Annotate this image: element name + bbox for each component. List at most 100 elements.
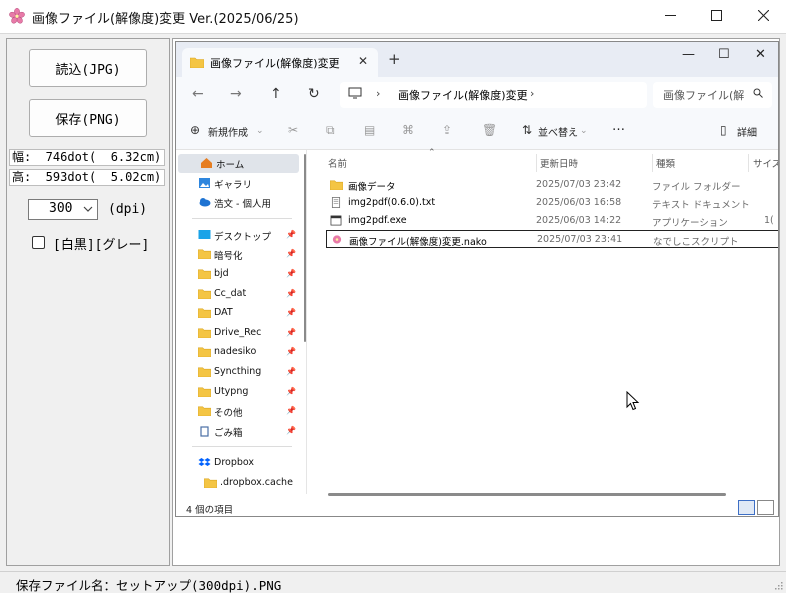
monitor-icon	[348, 87, 362, 99]
up-arrow-icon: ↑	[270, 86, 282, 102]
grayscale-checkbox[interactable]	[32, 236, 45, 249]
desktop-icon	[198, 229, 211, 241]
sidebar-item-label: bjd	[214, 268, 229, 279]
grayscale-label[interactable]: [白黒][グレー]	[53, 234, 149, 253]
sidebar-item-label: Cc_dat	[214, 287, 247, 299]
details-pane-icon: ▯	[720, 123, 727, 137]
file-name: 画像データ	[348, 182, 396, 193]
close-icon: ✕	[358, 54, 369, 68]
column-date: 更新日時	[540, 159, 579, 170]
load-jpg-button[interactable]: 読込(JPG)	[29, 49, 147, 87]
folder-icon	[329, 179, 344, 191]
sidebar-item-label: ギャラリ	[214, 179, 253, 191]
resize-grip-icon[interactable]	[773, 580, 783, 590]
sidebar-item-label: デスクトップ	[214, 231, 272, 243]
pin-icon: 📌	[286, 425, 296, 435]
width-readout: 幅: 746dot( 6.32cm)	[9, 149, 165, 166]
back-arrow-icon: ←	[192, 86, 204, 102]
sort-command: 並べ替え	[538, 128, 578, 139]
dpi-select[interactable]: 300	[28, 199, 98, 220]
pin-icon: 📌	[286, 229, 296, 239]
horizontal-scrollbar	[328, 493, 726, 496]
explorer-nav-bar: ← → ↑ ↻ › 画像ファイル(解像度)変更 › 画像ファイル(解	[176, 77, 778, 113]
file-size: 1(	[764, 215, 774, 226]
file-name: 画像ファイル(解像度)変更.nako	[349, 237, 487, 248]
new-command: 新規作成	[208, 128, 248, 139]
sidebar-item: Cc_dat 📌	[176, 285, 301, 304]
column-divider	[748, 154, 749, 172]
close-button[interactable]	[740, 0, 786, 31]
minimize-icon	[664, 15, 676, 16]
sidebar-divider	[192, 446, 292, 448]
maximize-button[interactable]	[693, 0, 739, 31]
chevron-right-icon: ›	[376, 87, 381, 100]
sidebar-item-label: 浩文 - 個人用	[214, 199, 271, 211]
rename-icon: ⌘	[402, 123, 414, 137]
column-divider	[652, 154, 653, 172]
minimize-icon: —	[682, 47, 695, 62]
pin-icon: 📌	[286, 406, 296, 416]
sidebar-divider	[192, 217, 292, 219]
control-panel: 読込(JPG) 保存(PNG) 幅: 746dot( 6.32cm) 高: 59…	[6, 38, 170, 566]
explorer-sidebar: ホーム ギャラリ 浩文 - 個人用 デスクトップ 📌 暗号化 📌 bjd 📌 Cc_dat 📌 DAT…	[176, 150, 307, 494]
search-icon	[753, 88, 763, 98]
image-preview: 画像ファイル(解像度)変更 ✕ + — ☐ ✕ ← → ↑ ↻ › 画像ファイル…	[172, 38, 780, 566]
sidebar-scrollbar	[304, 154, 306, 342]
file-date: 2025/06/03 14:22	[536, 215, 622, 226]
chevron-down-icon	[83, 206, 93, 212]
explorer-screenshot: 画像ファイル(解像度)変更 ✕ + — ☐ ✕ ← → ↑ ↻ › 画像ファイル…	[175, 41, 779, 517]
file-date: 2025/07/03 23:41	[537, 234, 623, 245]
file-row: img2pdf.exe 2025/06/03 14:22 アプリケーション 1(	[326, 212, 778, 230]
maximize-icon	[710, 10, 722, 21]
chevron-down-icon: ⌄	[580, 126, 588, 136]
pin-icon: 📌	[286, 269, 296, 278]
mouse-cursor-icon	[626, 391, 640, 411]
save-png-button[interactable]: 保存(PNG)	[29, 99, 147, 137]
search-box: 画像ファイル(解	[653, 82, 772, 108]
explorer-status-bar: 4 個の項目	[176, 498, 778, 516]
pin-icon: 📌	[286, 308, 296, 318]
chevron-right-icon: ›	[530, 87, 535, 100]
file-row: 画像データ 2025/07/03 23:42 ファイル フォルダー	[326, 176, 778, 194]
file-name: img2pdf.exe	[348, 215, 407, 226]
file-row: img2pdf(0.6.0).txt 2025/06/03 16:58 テキスト ド…	[326, 194, 778, 212]
folder-icon	[197, 405, 212, 417]
folder-icon	[203, 477, 218, 489]
nako-script-icon	[331, 234, 343, 245]
sidebar-item-label: Utypng	[214, 385, 249, 397]
sidebar-item-label: ホーム	[216, 160, 245, 171]
folder-icon	[197, 248, 212, 260]
explorer-tab-bar: 画像ファイル(解像度)変更 ✕ + — ☐ ✕	[176, 42, 778, 77]
pin-icon: 📌	[286, 249, 296, 259]
sidebar-item: ホーム	[178, 154, 299, 173]
maximize-icon: ☐	[718, 47, 730, 62]
sidebar-item-label: ごみ箱	[214, 427, 243, 439]
sidebar-item: デスクトップ 📌	[176, 226, 301, 245]
search-placeholder: 画像ファイル(解	[663, 89, 745, 102]
column-divider	[536, 154, 537, 172]
minimize-button[interactable]	[647, 0, 693, 31]
address-path: 画像ファイル(解像度)変更	[398, 89, 528, 102]
dpi-value: 300	[49, 201, 73, 216]
sidebar-item: Syncthing 📌	[176, 363, 301, 382]
file-row: 画像ファイル(解像度)変更.nako 2025/07/03 23:41 なでしこスク…	[326, 230, 778, 248]
share-icon: ⇪	[442, 123, 453, 137]
column-name: 名前	[328, 159, 348, 170]
sidebar-item-label: DAT	[214, 307, 233, 319]
close-icon	[757, 10, 769, 21]
sidebar-item: Utypng 📌	[176, 383, 301, 402]
sidebar-item-label: Dropbox	[214, 457, 255, 469]
sidebar-item: 暗号化 📌	[176, 245, 301, 264]
cloud-icon	[198, 196, 211, 208]
sort-icon: ⇅	[522, 123, 533, 137]
sidebar-item: ごみ箱 📌	[176, 422, 301, 441]
sidebar-item: ギャラリ	[176, 174, 301, 193]
sidebar-item: nadesiko 📌	[176, 343, 301, 362]
sidebar-item: DAT 📌	[176, 304, 301, 323]
close-icon: ✕	[755, 47, 766, 62]
folder-icon	[197, 307, 212, 319]
sidebar-item-label: Syncthing	[214, 366, 262, 377]
file-type: ファイル フォルダー	[652, 182, 741, 193]
sidebar-item-label: .dropbox.cache	[220, 477, 293, 488]
folder-icon	[197, 268, 212, 280]
